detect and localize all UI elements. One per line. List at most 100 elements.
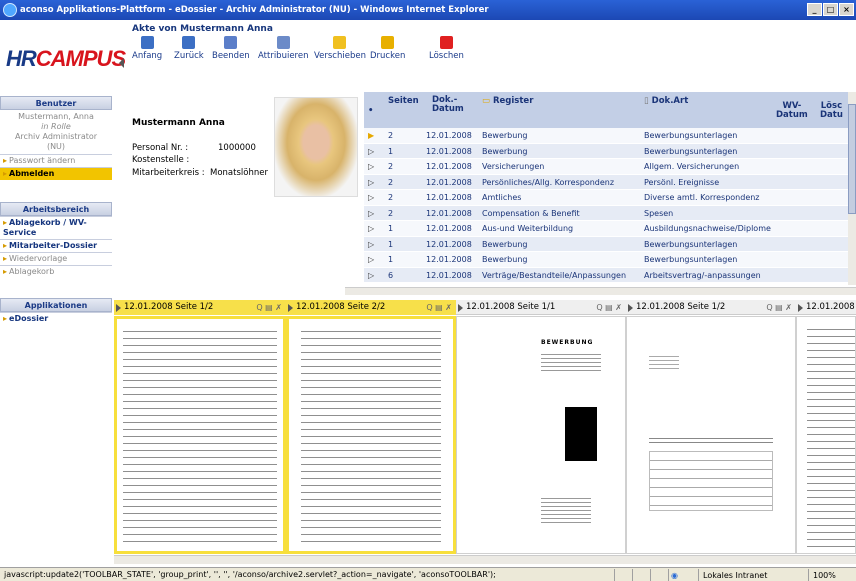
- cell-dokart: Bewerbungsunterlagen: [644, 255, 738, 264]
- cell-datum: 12.01.2008: [426, 131, 472, 140]
- cell-seiten: 1: [388, 255, 394, 264]
- user-info: Mustermann, Anna in Rolle Archiv Adminis…: [14, 112, 98, 151]
- cell-seiten: 1: [388, 224, 394, 233]
- cell-dokart: Bewerbungsunterlagen: [644, 131, 738, 140]
- cell-datum: 12.01.2008: [426, 177, 472, 187]
- ablagekorb-link[interactable]: ▸ Ablagekorb: [0, 265, 112, 278]
- cell-register: Amtliches: [482, 193, 522, 202]
- cell-datum: 12.01.2008: [426, 255, 472, 264]
- table-row[interactable]: ▷ 2 12.01.2008 Compensation & Benefit Spesen: [364, 205, 848, 221]
- bewerbung-heading: BEWERBUNG: [541, 339, 594, 346]
- page-preview-2[interactable]: [286, 316, 456, 554]
- cell-datum: 12.01.2008: [426, 193, 472, 202]
- person-name: Mustermann Anna: [132, 118, 225, 128]
- maximize-button[interactable]: □: [823, 3, 838, 16]
- cell-register: Versicherungen: [482, 162, 545, 171]
- person-photo: [274, 97, 358, 197]
- minimize-button[interactable]: _: [807, 3, 822, 16]
- close-icon: [224, 36, 238, 49]
- table-row[interactable]: ▷ 2 12.01.2008 Amtliches Diverse amtl. Korre…: [364, 190, 848, 206]
- applikationen-header: Applikationen: [0, 298, 112, 312]
- cell-dokart: Bewerbungsunterlagen: [644, 239, 738, 249]
- table-row[interactable]: ▷ 1 12.01.2008 Bewerbung Bewerbungsunterlage…: [364, 236, 848, 252]
- thumbnail-hscroll[interactable]: [114, 555, 856, 564]
- cell-seiten: 2: [388, 131, 394, 140]
- table-row[interactable]: ▷ 2 12.01.2008 Persönliches/Allg. Korrespon…: [364, 174, 848, 190]
- cell-register: Bewerbung: [482, 146, 528, 156]
- loeschen-button[interactable]: Löschen: [429, 36, 464, 61]
- globe-icon: ◉: [671, 571, 678, 580]
- col-dot[interactable]: •: [368, 106, 373, 116]
- thumb-tools-icon: Q ▤ ✗: [426, 303, 452, 312]
- abmelden-link[interactable]: ▸ Abmelden: [0, 167, 112, 180]
- cell-datum: 12.01.2008: [426, 208, 472, 218]
- zoom-level[interactable]: 100%: [808, 569, 856, 581]
- drucken-button[interactable]: Drucken: [370, 36, 405, 61]
- close-window-button[interactable]: ×: [839, 3, 854, 16]
- thumb-label-3[interactable]: 12.01.2008 Seite 1/1 Q ▤ ✗: [456, 300, 626, 315]
- table-row[interactable]: ▷ 2 12.01.2008 Versicherungen Allgem. Versic…: [364, 159, 848, 175]
- thumbnail-bar: 12.01.2008 Seite 1/2 Q ▤ ✗ 12.01.2008 Sei…: [114, 300, 856, 315]
- status-text: javascript:update2('TOOLBAR_STATE', 'gro…: [4, 570, 496, 579]
- print-icon: [381, 36, 395, 49]
- thumb-label-2[interactable]: 12.01.2008 Seite 2/2 Q ▤ ✗: [286, 300, 456, 315]
- page-preview-1[interactable]: [114, 316, 286, 554]
- wiedervorlage-link[interactable]: ▸ Wiedervorlage: [0, 252, 112, 265]
- attribute-icon: [276, 36, 290, 49]
- akte-title: Akte von Mustermann Anna: [132, 24, 273, 34]
- row-marker-icon: ▷: [368, 224, 375, 233]
- zurueck-button[interactable]: Zurück: [174, 36, 204, 61]
- move-icon: [333, 36, 347, 49]
- cell-datum: 12.01.2008: [426, 146, 472, 156]
- thumb-label-1[interactable]: 12.01.2008 Seite 1/2 Q ▤ ✗: [114, 300, 286, 315]
- back-icon: [182, 36, 196, 49]
- ablagekorb-wv-link[interactable]: ▸ Ablagekorb / WV-Service: [0, 216, 112, 239]
- col-wv-datum[interactable]: WV- Datum: [776, 102, 808, 120]
- row-marker-icon: ▷: [368, 239, 375, 249]
- document-list-hscroll[interactable]: [345, 287, 856, 295]
- document-list: • Seiten Dok.- Datum ▭ Register ▯ Dok.Ar…: [364, 92, 848, 285]
- col-register[interactable]: ▭ Register: [482, 96, 533, 106]
- page-preview-4[interactable]: [626, 316, 796, 554]
- thumb-label-5[interactable]: 12.01.2008: [796, 300, 856, 315]
- table-row[interactable]: ▷ 1 12.01.2008 Bewerbung Bewerbungsunterlage…: [364, 143, 848, 159]
- attribuieren-button[interactable]: Attribuieren: [258, 36, 309, 61]
- cell-seiten: 2: [388, 193, 394, 202]
- table-row[interactable]: ▷ 1 12.01.2008 Bewerbung Bewerbungsunterlage…: [364, 252, 848, 268]
- page-preview-3[interactable]: BEWERBUNG: [456, 316, 626, 554]
- anfang-button[interactable]: Anfang: [132, 36, 162, 61]
- cell-datum: 12.01.2008: [426, 162, 472, 171]
- folder-icon: ▭: [482, 96, 493, 106]
- collapse-arrow-icon[interactable]: [119, 58, 124, 68]
- beenden-button[interactable]: Beenden: [212, 36, 250, 61]
- table-row[interactable]: ▷ 6 12.01.2008 Verträge/Bestandteile/Anpass…: [364, 267, 848, 283]
- mitarbeiterkreis-value: Monatslöhner: [210, 168, 268, 178]
- page-preview-5[interactable]: [796, 316, 856, 554]
- sidebar: Benutzer Mustermann, Anna in Rolle Archi…: [0, 96, 112, 556]
- col-dokdatum[interactable]: Dok.- Datum: [432, 96, 464, 114]
- row-marker-icon: ▷: [368, 270, 375, 280]
- benutzer-header: Benutzer: [0, 96, 112, 110]
- col-loeschdatum[interactable]: Lösc Datu: [820, 102, 843, 120]
- table-row[interactable]: ▶ 2 12.01.2008 Bewerbung Bewerbungsunterlage…: [364, 128, 848, 144]
- col-seiten[interactable]: Seiten: [388, 96, 419, 106]
- cell-dokart: Arbeitsvertrag/-anpassungen: [644, 270, 761, 280]
- cell-register: Bewerbung: [482, 131, 528, 140]
- window-title: aconso Applikations-Plattform - eDossier…: [20, 5, 489, 15]
- thumb-tools-icon: Q ▤ ✗: [596, 303, 622, 312]
- document-icon: ▯: [644, 96, 652, 106]
- verschieben-button[interactable]: Verschieben: [314, 36, 366, 61]
- mitarbeiter-dossier-link[interactable]: ▸ Mitarbeiter-Dossier: [0, 239, 112, 252]
- thumb-label-4[interactable]: 12.01.2008 Seite 1/2 Q ▤ ✗: [626, 300, 796, 315]
- col-dokart[interactable]: ▯ Dok.Art: [644, 96, 688, 106]
- passwort-link[interactable]: ▸ Passwort ändern: [0, 154, 112, 167]
- cell-seiten: 6: [388, 270, 394, 280]
- table-row[interactable]: ▷ 1 12.01.2008 Aus-und Weiterbildung Ausbild…: [364, 221, 848, 237]
- cell-dokart: Persönl. Ereignisse: [644, 177, 720, 187]
- cell-seiten: 1: [388, 146, 394, 156]
- cell-seiten: 2: [388, 208, 394, 218]
- document-list-scrollbar[interactable]: [848, 92, 856, 285]
- cell-register: Compensation & Benefit: [482, 208, 580, 218]
- edossier-link[interactable]: ▸ eDossier: [0, 312, 112, 325]
- first-icon: [140, 36, 154, 49]
